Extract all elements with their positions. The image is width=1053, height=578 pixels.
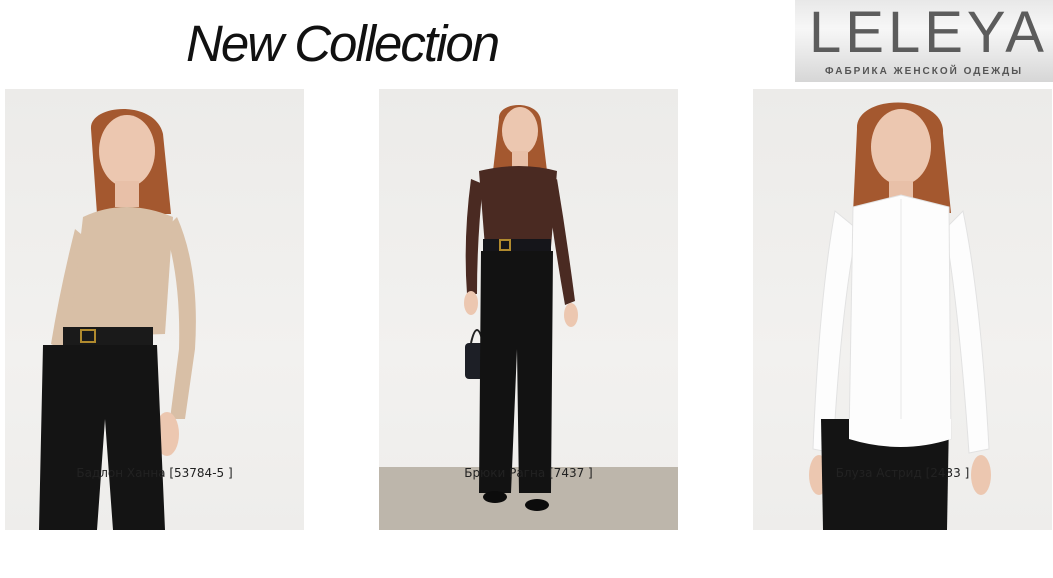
garment-top xyxy=(848,194,952,448)
logo-tagline: ФАБРИКА ЖЕНСКОЙ ОДЕЖДЫ xyxy=(824,66,1024,77)
garment-bottom xyxy=(479,251,553,493)
garment-top xyxy=(479,166,557,247)
garment-bottom xyxy=(39,345,165,530)
product-card xyxy=(753,89,1052,530)
sleeve-left xyxy=(465,179,483,294)
brand-logo[interactable]: LELEYA ФАБРИКА ЖЕНСКОЙ ОДЕЖДЫ xyxy=(795,0,1053,82)
model-photo-illustration xyxy=(379,105,678,530)
page-title: New Collection xyxy=(186,15,500,72)
model-photo-illustration xyxy=(39,109,196,530)
product-image[interactable] xyxy=(379,89,678,530)
product-caption[interactable]: Бадлон Ханна [53784-5 ] xyxy=(5,465,304,481)
logo-wordmark: LELEYA xyxy=(809,0,1048,65)
product-image[interactable] xyxy=(753,89,1052,530)
product-card xyxy=(379,89,678,530)
model-photo-illustration xyxy=(809,102,991,530)
sleeve-right xyxy=(944,209,990,454)
product-image[interactable] xyxy=(5,89,304,530)
product-caption[interactable]: Блуза Астрид [2433 ] xyxy=(753,465,1052,481)
garment-top xyxy=(69,207,173,337)
product-caption[interactable]: Брюки Рагна [7437 ] xyxy=(379,465,678,481)
product-card xyxy=(5,89,304,530)
